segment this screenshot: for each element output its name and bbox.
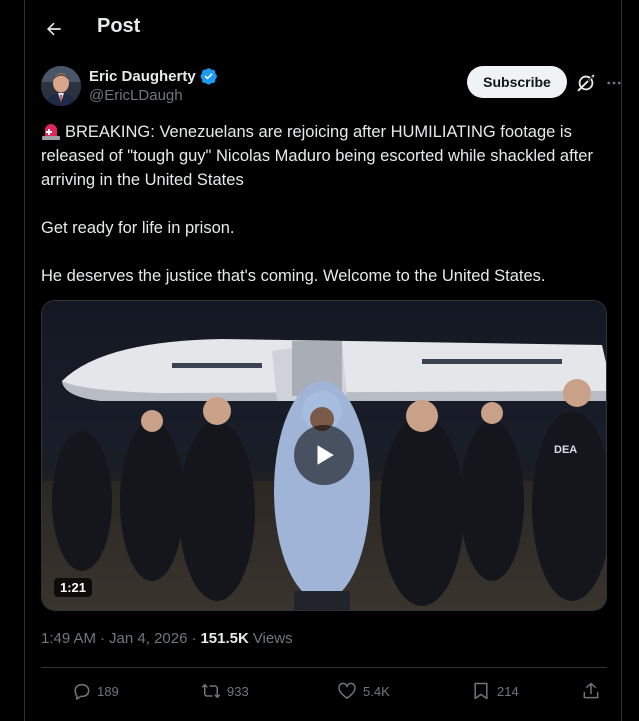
post-time[interactable]: 1:49 AM bbox=[41, 630, 96, 647]
more-horizontal-icon bbox=[607, 81, 621, 85]
like-count: 5.4K bbox=[363, 683, 390, 699]
reply-count: 189 bbox=[97, 683, 119, 699]
grok-button[interactable] bbox=[575, 72, 597, 94]
share-button[interactable] bbox=[581, 678, 601, 704]
heart-icon bbox=[338, 682, 356, 699]
post-detail-panel: Post Eric Daugherty @EricLDaugh Subscrib… bbox=[24, 0, 622, 721]
subscribe-button[interactable]: Subscribe bbox=[467, 66, 567, 98]
meta-separator: · bbox=[100, 630, 106, 647]
rotating-light-icon bbox=[42, 124, 60, 140]
post-text: BREAKING: Venezuelans are rejoicing afte… bbox=[41, 120, 607, 288]
back-button[interactable] bbox=[39, 14, 69, 44]
post-metadata: 1:49 AM · Jan 4, 2026 · 151.5K Views bbox=[41, 630, 293, 647]
video-player[interactable]: DEA 1:21 bbox=[41, 300, 607, 611]
video-duration: 1:21 bbox=[54, 578, 93, 597]
views-count: 151.5K bbox=[200, 630, 249, 647]
post-paragraph-2: Get ready for life in prison. bbox=[41, 219, 235, 237]
page-title: Post bbox=[97, 15, 141, 37]
reply-icon bbox=[74, 684, 90, 700]
dea-label: DEA bbox=[554, 444, 577, 456]
post-paragraph-3: He deserves the justice that's coming. W… bbox=[41, 267, 546, 285]
more-options-button[interactable] bbox=[603, 72, 625, 94]
verified-badge-icon bbox=[200, 68, 217, 85]
author-name[interactable]: Eric Daugherty bbox=[89, 68, 196, 85]
play-icon bbox=[317, 445, 334, 465]
repost-button[interactable]: 933 bbox=[201, 678, 249, 704]
post-paragraph-1: BREAKING: Venezuelans are rejoicing afte… bbox=[41, 123, 593, 189]
bookmark-button[interactable]: 214 bbox=[471, 678, 519, 704]
like-button[interactable]: 5.4K bbox=[337, 678, 390, 704]
bookmark-count: 214 bbox=[497, 683, 519, 699]
play-button[interactable] bbox=[294, 425, 354, 485]
share-icon bbox=[583, 682, 599, 699]
page-header: Post bbox=[25, 0, 621, 56]
reply-button[interactable]: 189 bbox=[71, 678, 119, 704]
repost-count: 933 bbox=[227, 683, 249, 699]
post-date[interactable]: Jan 4, 2026 bbox=[109, 630, 187, 647]
repost-icon bbox=[201, 684, 221, 698]
post-author: Eric Daugherty @EricLDaugh Subscribe bbox=[41, 66, 621, 108]
post-actions: 189 933 5.4K 214 bbox=[41, 678, 607, 704]
avatar[interactable] bbox=[41, 66, 81, 106]
author-handle[interactable]: @EricLDaugh bbox=[89, 87, 183, 104]
arrow-left-icon bbox=[47, 22, 61, 36]
grok-icon bbox=[577, 74, 595, 92]
divider bbox=[41, 667, 607, 668]
meta-separator: · bbox=[191, 630, 197, 647]
bookmark-icon bbox=[474, 682, 488, 700]
views-label: Views bbox=[252, 630, 293, 647]
